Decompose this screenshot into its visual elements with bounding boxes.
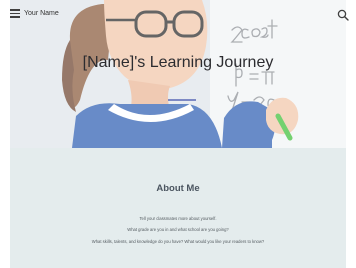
about-text-line: Tell your classmates more about yourself… [139,216,217,221]
title-accent-line [168,99,196,101]
menu-icon[interactable] [10,9,20,18]
page: [Name]'s Learning Journey Your Name Abou… [0,0,356,268]
search-icon[interactable] [336,8,350,22]
about-heading: About Me [156,183,200,194]
about-section: About Me Tell your classmates more about… [10,148,346,268]
page-title: [Name]'s Learning Journey [82,54,274,71]
about-text-line: What skills, talents, and knowledge do y… [91,239,265,244]
site-title[interactable]: Your Name [24,8,59,20]
about-text-line: What grade are you in and what school ar… [127,227,229,232]
top-bar: Your Name [0,0,356,30]
